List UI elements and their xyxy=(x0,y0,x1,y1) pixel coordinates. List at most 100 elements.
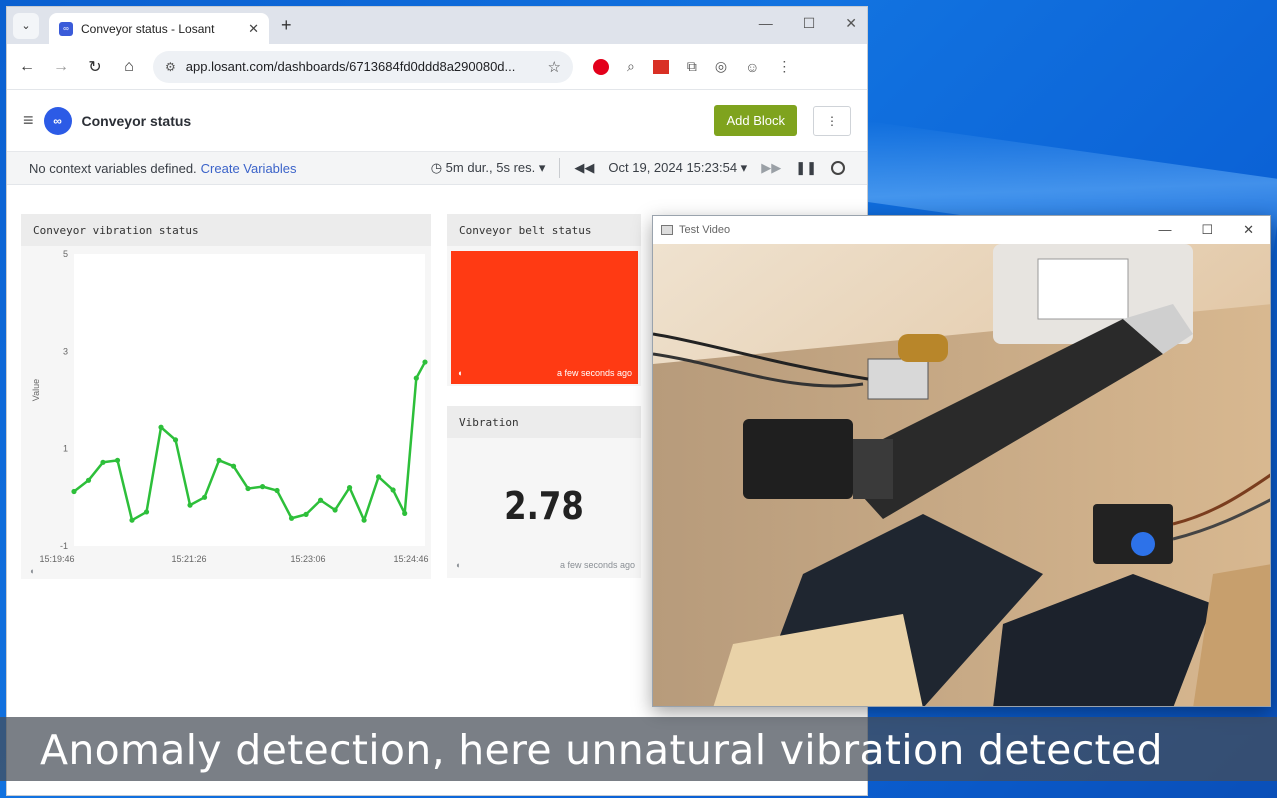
close-window-icon[interactable]: ✕ xyxy=(845,15,857,32)
new-tab-button[interactable]: + xyxy=(281,15,292,36)
data-point xyxy=(114,457,121,463)
data-point xyxy=(361,517,367,523)
app-header: ≡ ∞ Conveyor status Add Block ⋮ xyxy=(7,90,867,152)
x-tick-label: 15:19:46 xyxy=(39,554,74,564)
clock-icon: ◷ xyxy=(430,160,443,175)
pause-icon[interactable]: ❚❚ xyxy=(795,160,817,176)
data-point xyxy=(245,485,251,492)
data-point xyxy=(413,375,419,381)
data-point xyxy=(303,511,309,517)
tab-bar: ⌄ ∞ Conveyor status - Losant ✕ + — ☐ ✕ xyxy=(7,7,867,44)
search-extension-icon[interactable]: ⌕ xyxy=(627,58,635,75)
vibration-chart-block: Conveyor vibration status 5 3 1 -1 15:19:46 1… xyxy=(21,214,431,579)
close-window-icon[interactable]: ✕ xyxy=(1243,222,1254,238)
puzzle-extensions-icon[interactable]: ⧉ xyxy=(687,58,697,75)
screenshot-icon[interactable]: ◎ xyxy=(715,58,727,75)
block-source-icon: ◖ xyxy=(455,560,461,570)
rewind-icon[interactable]: ◀◀ xyxy=(574,160,594,176)
more-options-button[interactable]: ⋮ xyxy=(813,105,851,136)
profile-avatar-icon[interactable]: ☺ xyxy=(745,59,759,75)
data-point xyxy=(216,457,222,463)
data-point xyxy=(346,485,353,491)
y-tick-label: -1 xyxy=(60,541,68,551)
belt-block-title: Conveyor belt status xyxy=(447,214,641,246)
live-indicator-icon[interactable] xyxy=(831,161,845,175)
home-icon[interactable]: ⌂ xyxy=(119,58,139,76)
data-point xyxy=(402,510,408,516)
data-point xyxy=(100,459,106,465)
belt-updated-time: a few seconds ago xyxy=(556,368,632,378)
dashboard-title: Conveyor status xyxy=(81,112,192,129)
browser-tab[interactable]: ∞ Conveyor status - Losant ✕ xyxy=(49,13,269,44)
timestamp-label: Oct 19, 2024 15:23:54 xyxy=(608,160,738,175)
vibration-block-title: Vibration xyxy=(447,406,641,438)
fast-forward-icon[interactable]: ▶▶ xyxy=(761,160,781,176)
vibration-updated-time: a few seconds ago xyxy=(559,560,635,570)
block-source-icon: ◖ xyxy=(457,368,463,378)
vibration-value-block: Vibration 2.78 ◖ a few seconds ago xyxy=(447,406,641,578)
address-bar[interactable]: ⚙ app.losant.com/dashboards/6713684fd0dd… xyxy=(153,50,573,83)
data-point xyxy=(85,477,92,483)
forward-icon[interactable]: → xyxy=(51,58,71,76)
data-point xyxy=(187,502,193,508)
vibration-sensor xyxy=(867,358,929,400)
video-window-title: Test Video xyxy=(679,224,731,236)
bookmark-star-icon[interactable]: ☆ xyxy=(548,58,561,76)
minimize-icon[interactable]: — xyxy=(759,15,773,32)
context-text: No context variables defined. xyxy=(29,160,197,176)
maximize-icon[interactable]: ☐ xyxy=(1201,222,1213,238)
hamburger-menu-icon[interactable]: ≡ xyxy=(23,110,34,131)
maximize-icon[interactable]: ☐ xyxy=(803,15,816,32)
y-tick-label: 5 xyxy=(63,249,68,259)
minimize-icon[interactable]: — xyxy=(1158,222,1171,238)
vibration-value: 2.78 xyxy=(504,484,584,528)
data-point xyxy=(158,424,164,430)
chart-block-title: Conveyor vibration status xyxy=(21,214,431,246)
opera-extension-icon[interactable] xyxy=(593,58,609,75)
create-variables-link[interactable]: Create Variables xyxy=(201,161,297,176)
test-video-window[interactable]: Test Video — ☐ ✕ xyxy=(652,215,1271,707)
data-point xyxy=(201,494,208,500)
y-tick-label: 1 xyxy=(63,444,68,454)
duration-dropdown[interactable]: ◷ 5m dur., 5s res. ▾ xyxy=(431,160,546,176)
data-point xyxy=(390,487,396,493)
red-extension-icon[interactable] xyxy=(652,59,669,74)
belt-status-indicator: ◖ a few seconds ago xyxy=(451,251,638,384)
add-block-button[interactable]: Add Block xyxy=(714,105,797,136)
data-point xyxy=(317,497,324,503)
reload-icon[interactable]: ↻ xyxy=(85,57,105,77)
data-point xyxy=(143,509,150,515)
back-icon[interactable]: ← xyxy=(17,58,37,76)
extension-icons: ⌕ ⧉ ◎ ☺ ⋮ xyxy=(593,58,791,75)
address-url: app.losant.com/dashboards/6713684fd0ddd8… xyxy=(185,59,516,74)
context-bar: No context variables defined. Create Var… xyxy=(7,152,867,185)
data-point xyxy=(230,463,237,469)
window-controls: — ☐ ✕ xyxy=(759,15,857,32)
stepper-motor xyxy=(743,419,853,499)
timestamp-dropdown[interactable]: Oct 19, 2024 15:23:54 ▾ xyxy=(608,160,747,176)
losant-logo-icon[interactable]: ∞ xyxy=(43,106,72,135)
data-point xyxy=(422,359,428,365)
x-tick-label: 15:21:26 xyxy=(171,554,206,564)
duration-label: 5m dur., 5s res. xyxy=(445,160,536,175)
data-point xyxy=(332,507,338,513)
vibration-line-chart: 5 3 1 -1 15:19:46 15:21:26 15:23:06 15:24:46 Val… xyxy=(29,249,429,576)
browser-toolbar: ← → ↻ ⌂ ⚙ app.losant.com/dashboards/6713… xyxy=(7,44,867,90)
data-point xyxy=(375,474,382,480)
tab-title: Conveyor status - Losant xyxy=(81,21,215,36)
losant-favicon-icon: ∞ xyxy=(59,21,73,36)
close-tab-icon[interactable]: ✕ xyxy=(248,21,259,37)
video-window-controls: — ☐ ✕ xyxy=(1158,222,1262,238)
conveyor-video-frame xyxy=(653,244,1270,706)
x-tick-label: 15:24:46 xyxy=(393,554,428,564)
tab-search-button[interactable]: ⌄ xyxy=(13,12,39,39)
site-settings-icon[interactable]: ⚙ xyxy=(165,60,176,74)
time-controls: ◷ 5m dur., 5s res. ▾ ◀◀ Oct 19, 2024 15:… xyxy=(431,158,845,178)
x-tick-label: 15:23:06 xyxy=(290,554,325,564)
data-point xyxy=(288,515,295,521)
data-point xyxy=(71,488,77,495)
caption-text: Anomaly detection, here unnatural vibrat… xyxy=(40,726,1163,774)
y-axis-label: Value xyxy=(31,379,41,401)
browser-menu-icon[interactable]: ⋮ xyxy=(777,58,791,75)
y-tick-label: 3 xyxy=(63,346,68,356)
